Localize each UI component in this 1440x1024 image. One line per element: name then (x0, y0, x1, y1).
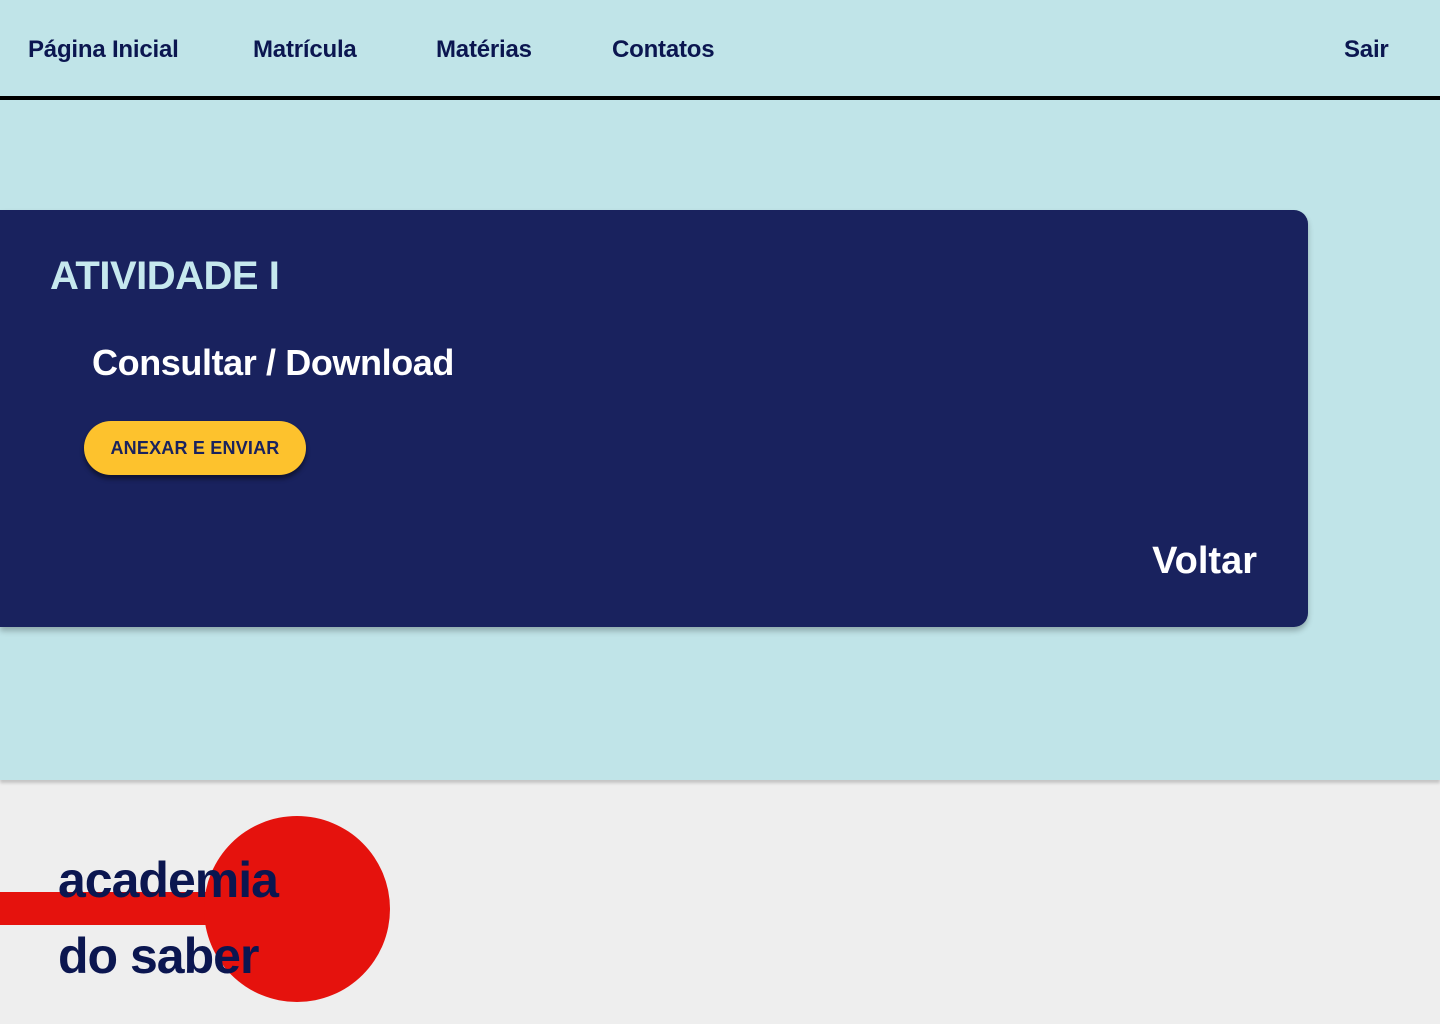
nav-subjects-link[interactable]: Matérias (436, 36, 532, 64)
logo-text-line2: do saber (58, 928, 259, 984)
nav-contacts-link[interactable]: Contatos (612, 36, 715, 64)
nav-enrollment-link[interactable]: Matrícula (253, 36, 357, 64)
attach-and-send-button[interactable]: ANEXAR E ENVIAR (84, 421, 306, 475)
activity-title: ATIVIDADE I (50, 254, 280, 298)
nav-logout-link[interactable]: Sair (1344, 36, 1389, 64)
logo-text-line1: academia (58, 852, 279, 908)
back-link[interactable]: Voltar (1152, 540, 1257, 583)
top-navigation: Página Inicial Matrícula Matérias Contat… (0, 0, 1440, 100)
nav-home-link[interactable]: Página Inicial (28, 36, 179, 64)
footer: academia do saber (0, 783, 1440, 1024)
activity-card: ATIVIDADE I Consultar / Download ANEXAR … (0, 210, 1308, 627)
consult-download-link[interactable]: Consultar / Download (92, 342, 454, 384)
main-area: Página Inicial Matrícula Matérias Contat… (0, 0, 1440, 780)
